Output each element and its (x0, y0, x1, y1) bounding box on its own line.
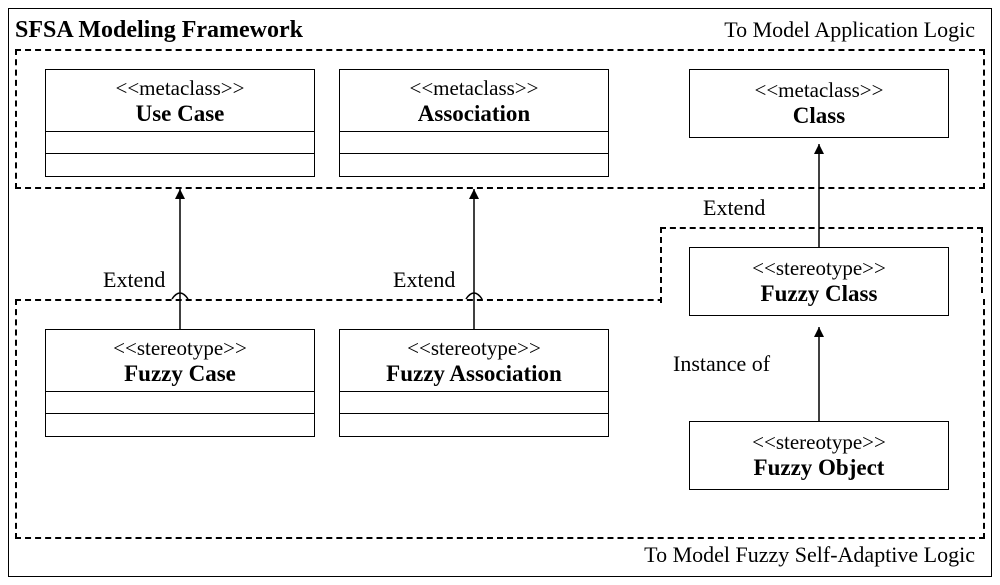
usecase-name: Use Case (54, 101, 306, 127)
fuzzyassoc-name: Fuzzy Association (348, 361, 600, 387)
fuzzycase-box: <<stereotype>> Fuzzy Case (45, 329, 315, 437)
fuzzyclass-name: Fuzzy Class (700, 281, 938, 307)
class-stereo: <<metaclass>> (700, 78, 938, 103)
fuzzyobject-stereo: <<stereotype>> (700, 430, 938, 455)
fuzzyobject-box: <<stereotype>> Fuzzy Object (689, 421, 949, 490)
fuzzycase-name: Fuzzy Case (54, 361, 306, 387)
class-name: Class (700, 103, 938, 129)
outer-frame: SFSA Modeling Framework To Model Applica… (8, 8, 992, 577)
extend-label-1: Extend (99, 267, 169, 293)
usecase-box: <<metaclass>> Use Case (45, 69, 315, 177)
fuzzyclass-stereo: <<stereotype>> (700, 256, 938, 281)
association-name: Association (348, 101, 600, 127)
extend-label-2: Extend (389, 267, 459, 293)
top-region-label: To Model Application Logic (724, 17, 975, 43)
framework-title: SFSA Modeling Framework (15, 17, 303, 44)
instanceof-label: Instance of (669, 351, 774, 377)
association-box: <<metaclass>> Association (339, 69, 609, 177)
association-stereo: <<metaclass>> (348, 76, 600, 101)
fuzzycase-stereo: <<stereotype>> (54, 336, 306, 361)
usecase-stereo: <<metaclass>> (54, 76, 306, 101)
fuzzyassoc-box: <<stereotype>> Fuzzy Association (339, 329, 609, 437)
class-box: <<metaclass>> Class (689, 69, 949, 138)
bottom-region-label: To Model Fuzzy Self-Adaptive Logic (644, 542, 975, 568)
fuzzyobject-name: Fuzzy Object (700, 455, 938, 481)
fuzzyassoc-stereo: <<stereotype>> (348, 336, 600, 361)
fuzzyclass-box: <<stereotype>> Fuzzy Class (689, 247, 949, 316)
extend-label-3: Extend (699, 195, 769, 221)
